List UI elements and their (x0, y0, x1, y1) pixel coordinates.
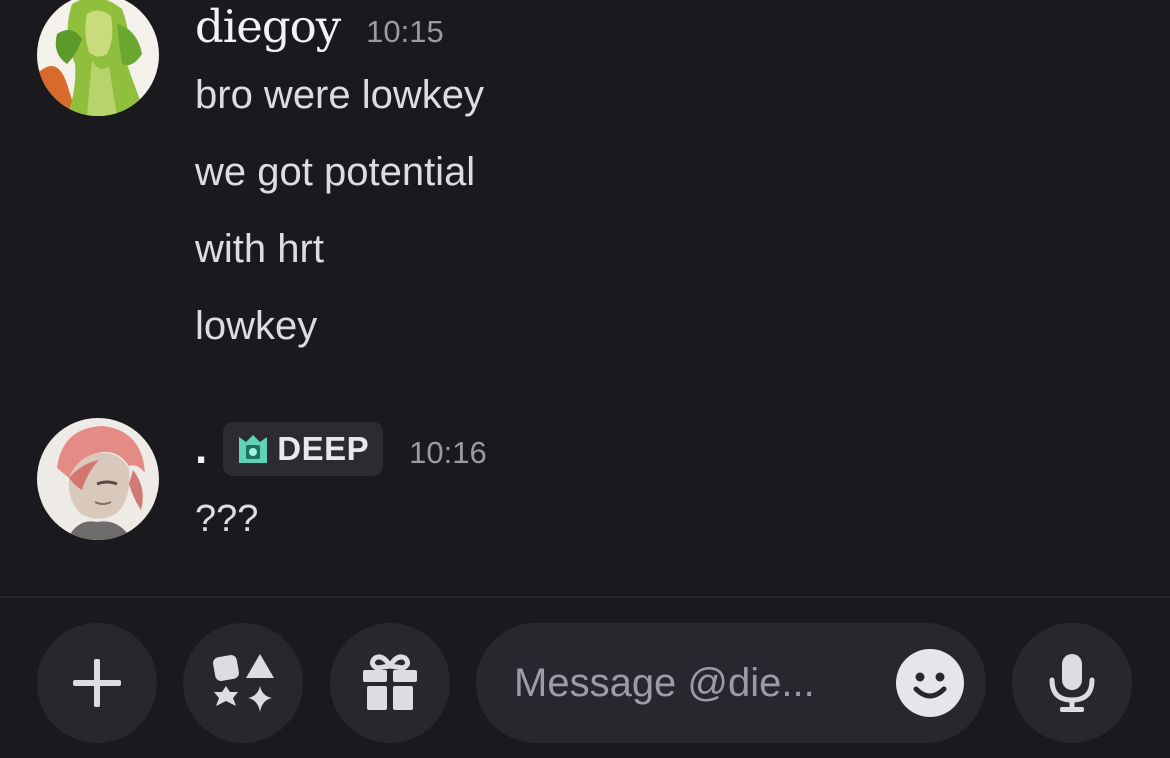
guild-tag-label: DEEP (277, 430, 370, 467)
message-header: diegoy 10:15 (195, 0, 444, 53)
message-line[interactable]: ??? (195, 500, 258, 538)
user-avatar-diegoy[interactable] (37, 0, 159, 116)
message-timestamp: 10:16 (409, 435, 487, 470)
apps-shapes-icon (213, 654, 274, 712)
message-line[interactable]: with hrt (195, 229, 324, 269)
message-input-placeholder: Message @die... (514, 660, 815, 705)
guild-tag-icon (239, 435, 268, 463)
gift-button[interactable] (330, 623, 450, 743)
composer-divider (0, 596, 1170, 598)
avatar-illustration-pink (37, 418, 159, 540)
message-line[interactable]: we got potential (195, 152, 475, 192)
smile-emoji-icon (913, 672, 947, 699)
author-name[interactable]: . (195, 424, 207, 474)
emoji-button[interactable] (896, 649, 964, 717)
gift-icon (363, 654, 417, 710)
author-name[interactable]: diegoy (195, 0, 341, 53)
message-timestamp: 10:15 (366, 14, 444, 49)
message-header: . DEEP 10:16 (195, 422, 487, 476)
avatar-illustration-green (37, 0, 159, 116)
voice-message-button[interactable] (1012, 623, 1132, 743)
message-input[interactable]: Message @die... (476, 623, 986, 743)
plus-icon (73, 659, 121, 707)
microphone-icon (1049, 654, 1095, 712)
message-line[interactable]: bro were lowkey (195, 75, 484, 115)
add-attachment-button[interactable] (37, 623, 157, 743)
apps-button[interactable] (183, 623, 303, 743)
message-line[interactable]: lowkey (195, 306, 317, 346)
user-avatar-dot[interactable] (37, 418, 159, 540)
guild-tag-badge[interactable]: DEEP (223, 422, 384, 476)
